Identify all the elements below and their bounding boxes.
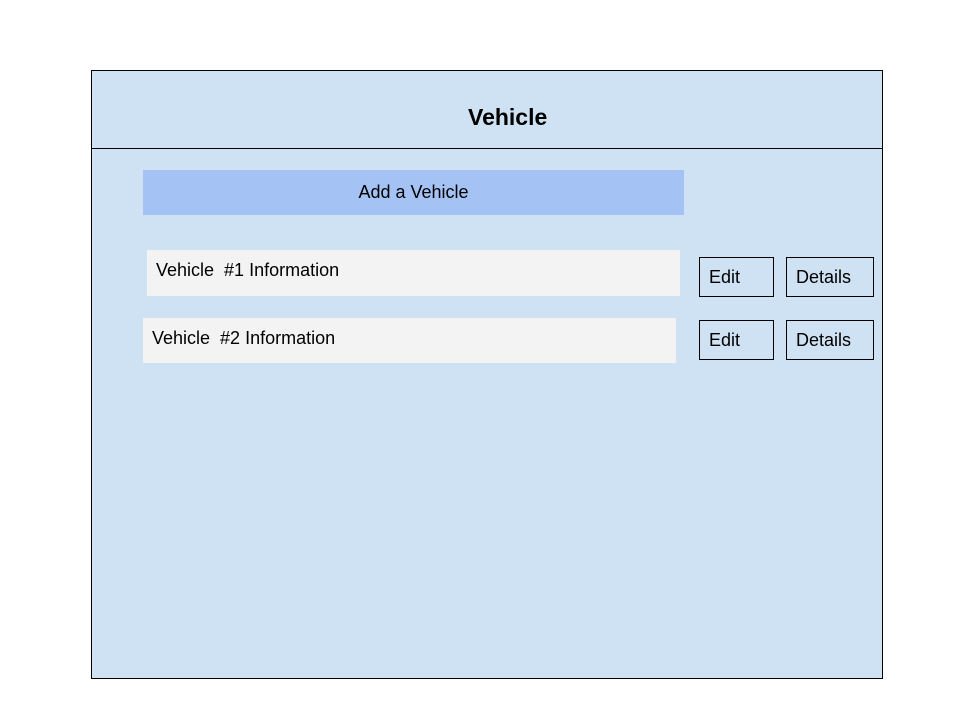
edit-button[interactable]: Edit bbox=[699, 320, 774, 360]
page-title: Vehicle bbox=[468, 104, 548, 130]
vehicle-info-row: Vehicle #1 Information bbox=[147, 250, 680, 296]
details-button[interactable]: Details bbox=[786, 320, 874, 360]
vehicle-info-row: Vehicle #2 Information bbox=[143, 318, 676, 363]
add-vehicle-button[interactable]: Add a Vehicle bbox=[143, 170, 684, 215]
details-button[interactable]: Details bbox=[786, 257, 874, 297]
vehicle-panel: Vehicle Add a Vehicle Vehicle #1 Informa… bbox=[91, 70, 883, 679]
edit-button[interactable]: Edit bbox=[699, 257, 774, 297]
title-bar: Vehicle bbox=[92, 71, 882, 149]
